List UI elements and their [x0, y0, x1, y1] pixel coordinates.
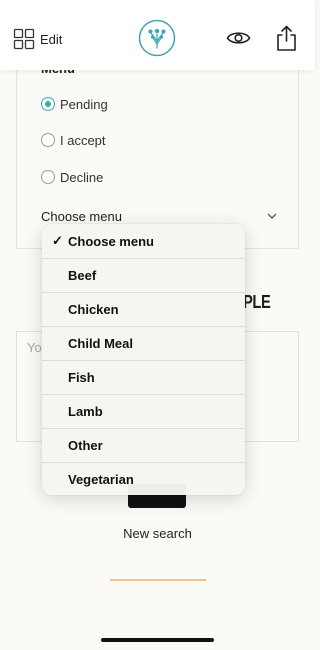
radio-unchecked-icon[interactable] [41, 133, 55, 147]
dropdown-option-label: Chicken [68, 302, 119, 317]
radio-pending[interactable]: Pending [41, 96, 108, 112]
edit-label: Edit [40, 31, 63, 47]
dropdown-option-label: Choose menu [68, 233, 154, 249]
dropdown-option-label: Beef [68, 268, 97, 283]
dropdown-option[interactable]: Vegetarian [42, 462, 245, 495]
section-title-partial: PLE [243, 292, 271, 312]
grid-edit-icon [13, 28, 35, 50]
menu-select[interactable]: Choose menu [41, 207, 277, 225]
dropdown-option[interactable]: Beef [42, 258, 245, 292]
eye-icon[interactable] [226, 27, 251, 49]
dropdown-option[interactable]: ✓ Choose menu [42, 224, 245, 258]
dropdown-option-label: Child Meal [68, 336, 134, 351]
radio-label: Decline [60, 169, 104, 185]
dropdown-option[interactable]: Child Meal [42, 326, 245, 360]
new-search-link[interactable]: New search [0, 526, 315, 541]
radio-label: Pending [60, 96, 108, 112]
share-icon[interactable] [274, 24, 299, 52]
top-bar: Edit [0, 0, 315, 70]
radio-unchecked-icon[interactable] [41, 170, 55, 184]
menu-dropdown-list: ✓ Choose menu Beef Chicken Child Meal Fish Lam… [42, 224, 245, 495]
radio-accept[interactable]: I accept [41, 132, 106, 148]
chevron-down-icon [267, 211, 277, 221]
flower-logo [138, 19, 176, 57]
dropdown-option[interactable]: Lamb [42, 394, 245, 428]
dropdown-option[interactable]: Fish [42, 360, 245, 394]
dropdown-option[interactable]: Chicken [42, 292, 245, 326]
dropdown-option-label: Vegetarian [68, 472, 134, 487]
dropdown-option-label: Fish [68, 370, 95, 385]
checkmark-icon: ✓ [52, 233, 63, 248]
dropdown-option-label: Lamb [68, 404, 103, 419]
menu-select-value: Choose menu [41, 208, 122, 224]
home-indicator [101, 638, 214, 642]
edit-button[interactable]: Edit [13, 27, 62, 51]
radio-checked-icon[interactable] [41, 97, 55, 111]
dropdown-option-label: Other [68, 438, 103, 453]
radio-label: I accept [60, 132, 106, 148]
dropdown-option[interactable]: Other [42, 428, 245, 462]
accent-divider [110, 579, 206, 581]
radio-decline[interactable]: Decline [41, 169, 103, 185]
